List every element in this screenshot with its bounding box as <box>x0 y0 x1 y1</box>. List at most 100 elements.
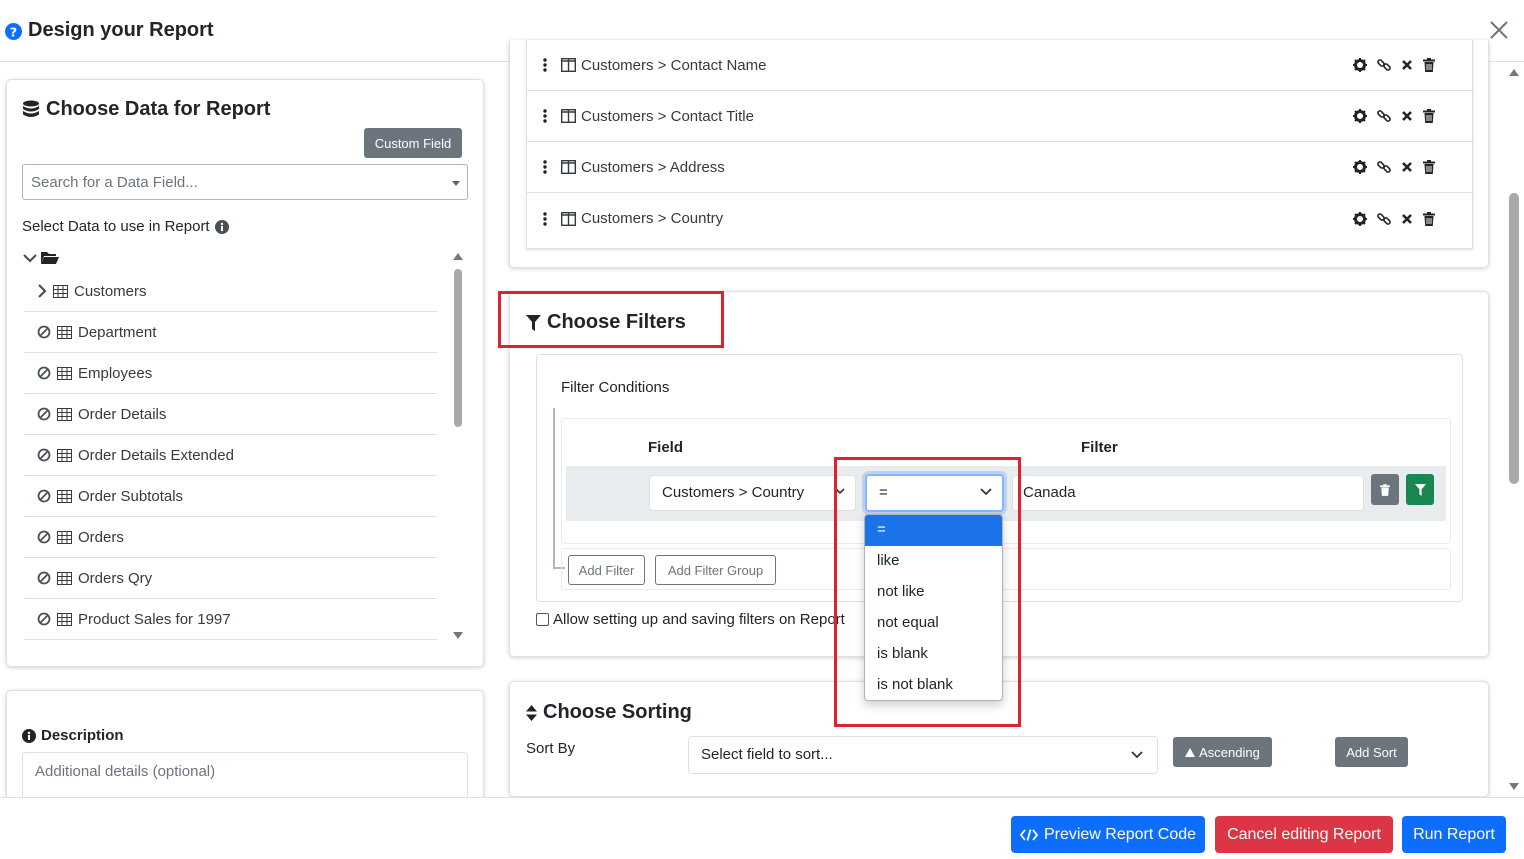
drag-handle-icon[interactable] <box>543 160 547 174</box>
link-icon[interactable] <box>1377 109 1391 123</box>
drag-handle-icon[interactable] <box>543 58 547 72</box>
scroll-down-icon[interactable] <box>1508 782 1520 791</box>
drag-handle-icon[interactable] <box>543 109 547 123</box>
columns-icon <box>561 109 576 123</box>
drag-handle-icon[interactable] <box>543 211 547 226</box>
scroll-down-icon[interactable] <box>452 631 464 641</box>
modal-footer: Preview Report Code Cancel editing Repor… <box>0 797 1524 859</box>
ban-icon <box>37 448 51 462</box>
ascending-button[interactable]: Ascending <box>1173 737 1272 767</box>
ban-icon <box>37 325 51 339</box>
delete-filter-button[interactable] <box>1371 474 1399 505</box>
field-label: Customers > Country <box>581 210 724 227</box>
preview-report-code-button[interactable]: Preview Report Code <box>1011 816 1205 853</box>
selected-field-row[interactable]: Customers > Contact Title <box>527 91 1474 142</box>
data-field-search-input[interactable]: Search for a Data Field... <box>22 164 468 200</box>
add-filter-group-button[interactable]: Add Filter Group <box>655 555 776 585</box>
trash-icon <box>1380 483 1390 496</box>
chevron-down-icon <box>1131 751 1143 759</box>
trash-icon[interactable] <box>1423 109 1435 123</box>
selected-fields-panel: Customers > Contact Name Customers > Con… <box>509 40 1489 268</box>
tree-item-order-subtotals[interactable]: Order Subtotals <box>24 476 437 517</box>
caret-up-icon <box>1185 747 1196 757</box>
add-filter-button[interactable]: Add Filter <box>568 555 645 585</box>
gear-icon[interactable] <box>1353 211 1367 226</box>
remove-icon[interactable] <box>1401 59 1413 71</box>
tree-item-orders-qry[interactable]: Orders Qry <box>24 558 437 599</box>
allow-filters-label: Allow setting up and saving filters on R… <box>553 611 845 628</box>
table-icon <box>57 489 72 503</box>
description-title: Description <box>22 727 124 744</box>
table-icon <box>57 448 72 462</box>
chevron-down-icon[interactable] <box>23 253 37 263</box>
filter-field-select[interactable]: Customers > Country <box>649 475 856 511</box>
tree-scroll-thumb[interactable] <box>454 269 462 427</box>
chevron-right-icon[interactable] <box>37 284 47 298</box>
folder-open-icon <box>41 251 59 265</box>
tree-item-product-sales-1997[interactable]: Product Sales for 1997 <box>24 599 437 640</box>
trash-icon[interactable] <box>1423 211 1435 226</box>
tree-item-order-details[interactable]: Order Details <box>24 394 437 435</box>
close-icon[interactable] <box>1489 20 1509 40</box>
add-sort-button[interactable]: Add Sort <box>1335 737 1408 767</box>
scroll-up-icon[interactable] <box>452 251 464 261</box>
code-icon <box>1019 828 1038 841</box>
tree-item-department[interactable]: Department <box>24 312 437 353</box>
link-icon[interactable] <box>1377 160 1391 174</box>
gear-icon[interactable] <box>1353 58 1367 72</box>
link-icon[interactable] <box>1377 212 1391 226</box>
choose-data-title: Choose Data for Report <box>22 98 270 121</box>
filter-icon <box>1414 483 1426 496</box>
scroll-up-icon[interactable] <box>1508 68 1520 77</box>
field-label: Customers > Contact Name <box>581 56 767 74</box>
field-column-header: Field <box>648 439 684 456</box>
gear-icon[interactable] <box>1353 109 1367 123</box>
info-circle-icon <box>22 728 36 743</box>
tree-item-customers[interactable]: Customers <box>24 271 437 312</box>
filter-tree-line <box>553 408 555 568</box>
selected-field-row[interactable]: Customers > Address <box>527 142 1474 193</box>
highlight-operator-dropdown <box>834 457 1021 727</box>
link-icon[interactable] <box>1377 58 1391 72</box>
selected-field-row[interactable]: Customers > Contact Name <box>527 40 1474 91</box>
filter-options-button[interactable] <box>1406 474 1434 505</box>
tree-item-label: Customers <box>74 282 147 300</box>
selected-field-row[interactable]: Customers > Country <box>527 193 1474 244</box>
tree-scrollbar[interactable] <box>452 251 464 643</box>
trash-icon[interactable] <box>1423 160 1435 174</box>
tree-item-label: Order Details Extended <box>78 446 234 464</box>
tree-root[interactable] <box>23 251 59 265</box>
cancel-editing-report-button[interactable]: Cancel editing Report <box>1215 816 1393 853</box>
table-icon <box>57 571 72 585</box>
tree-item-label: Product Sales for 1997 <box>78 610 231 628</box>
select-data-label: Select Data to use in Report <box>22 218 229 235</box>
page-scroll-thumb[interactable] <box>1509 193 1519 484</box>
gear-icon[interactable] <box>1353 160 1367 174</box>
allow-filters-checkbox-row[interactable]: Allow setting up and saving filters on R… <box>536 611 845 628</box>
table-icon <box>57 530 72 544</box>
tree-item-label: Order Details <box>78 405 167 423</box>
remove-icon[interactable] <box>1401 213 1413 225</box>
allow-filters-checkbox[interactable] <box>536 613 549 626</box>
tree-item-order-details-extended[interactable]: Order Details Extended <box>24 435 437 476</box>
ban-icon <box>37 366 51 380</box>
tree-item-orders[interactable]: Orders <box>24 517 437 558</box>
question-circle-icon[interactable]: ? <box>5 23 22 40</box>
run-report-button[interactable]: Run Report <box>1402 816 1506 853</box>
table-icon <box>57 407 72 421</box>
filter-value-input[interactable]: Canada <box>1012 475 1364 511</box>
data-tree-list: Customers Department Employees Order Det… <box>24 271 437 640</box>
info-circle-icon[interactable] <box>214 219 229 234</box>
page-scrollbar[interactable] <box>1507 62 1524 797</box>
columns-icon <box>561 58 576 72</box>
remove-icon[interactable] <box>1401 110 1413 122</box>
trash-icon[interactable] <box>1423 58 1435 72</box>
table-icon <box>57 325 72 339</box>
remove-icon[interactable] <box>1401 161 1413 173</box>
custom-field-button[interactable]: Custom Field <box>364 128 462 158</box>
tree-item-employees[interactable]: Employees <box>24 353 437 394</box>
field-label: Customers > Contact Title <box>581 107 754 125</box>
tree-item-label: Orders <box>78 528 124 546</box>
sort-field-select[interactable]: Select field to sort... <box>688 736 1158 774</box>
tree-item-label: Employees <box>78 364 153 382</box>
